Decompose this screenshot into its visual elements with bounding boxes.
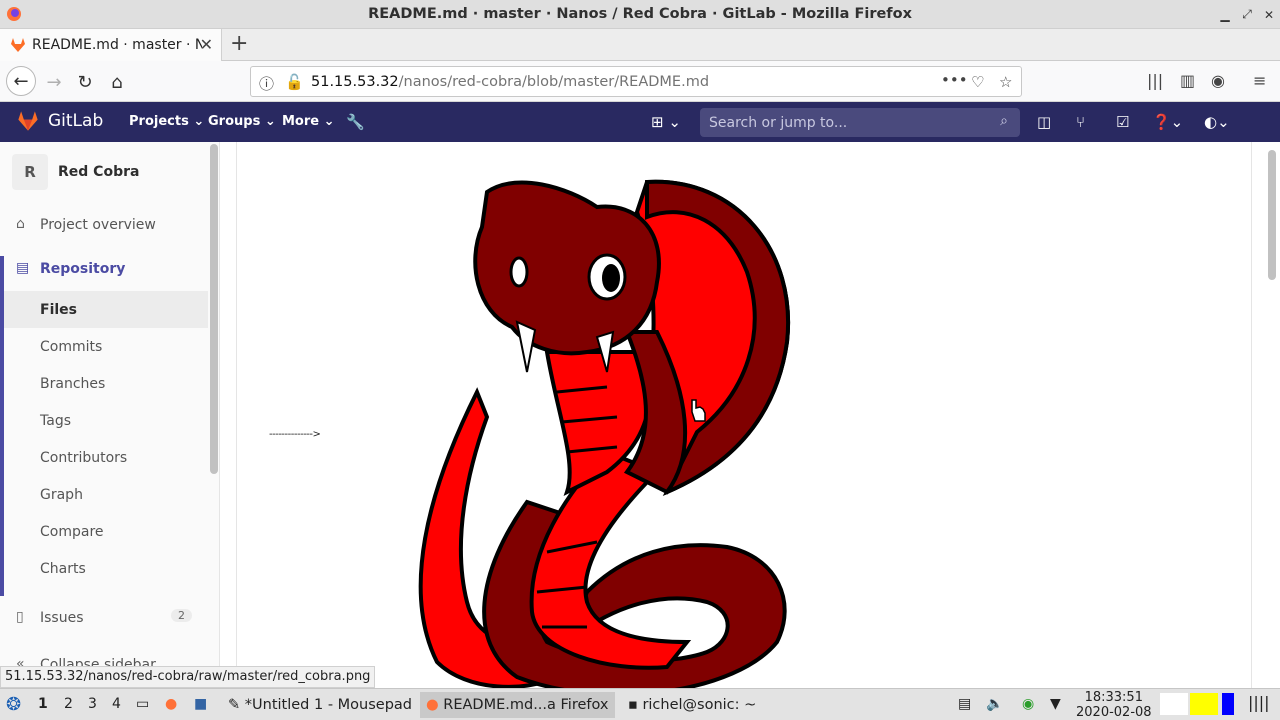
readme-content: --------------> bbox=[236, 142, 1252, 688]
url-bar[interactable]: ⓘ 🔓 51.15.53.32/nanos/red-cobra/blob/mas… bbox=[250, 66, 1022, 97]
project-name: Red Cobra bbox=[58, 164, 140, 180]
project-avatar: R bbox=[12, 154, 48, 190]
firefox-icon bbox=[7, 7, 21, 21]
sidebar-toggle-icon[interactable]: ▥ bbox=[1180, 71, 1195, 90]
page-actions-icon[interactable]: ••• bbox=[941, 71, 968, 89]
system-taskbar: ❂ 1 2 3 4 ▭ ● ■ ✎ *Untitled 1 - Mousepad… bbox=[0, 688, 1280, 720]
sidebar-item-repository[interactable]: ▤ Repository bbox=[0, 250, 208, 287]
gitlab-favicon-icon bbox=[11, 38, 25, 52]
red-cobra-image[interactable] bbox=[407, 172, 827, 688]
issues-icon: ▯ bbox=[16, 609, 24, 625]
mousepad-icon: ✎ bbox=[228, 697, 245, 713]
search-input[interactable]: Search or jump to... ⌕ bbox=[700, 108, 1020, 137]
gitlab-header: GitLab Projects ⌄ Groups ⌄ More ⌄ 🔧 ⊞ ⌄ … bbox=[0, 102, 1280, 142]
bookmark-star-icon[interactable]: ☆ bbox=[999, 73, 1012, 91]
sidebar-item-files[interactable]: Files bbox=[4, 291, 208, 328]
network-icon[interactable]: ▼ bbox=[1050, 696, 1061, 712]
file-manager-icon[interactable]: ▭ bbox=[136, 696, 149, 712]
new-tab-icon[interactable]: + bbox=[230, 31, 248, 56]
admin-wrench-icon[interactable]: 🔧 bbox=[346, 113, 365, 131]
library-icon[interactable]: ||| bbox=[1147, 71, 1163, 90]
sidebar-scrollbar[interactable] bbox=[210, 144, 218, 474]
sidebar-item-tags[interactable]: Tags bbox=[0, 402, 208, 439]
new-item-icon[interactable]: ⊞ ⌄ bbox=[651, 113, 681, 131]
firefox-launcher-icon[interactable]: ● bbox=[165, 696, 177, 712]
home-icon: ⌂ bbox=[16, 216, 25, 232]
todos-icon[interactable]: ☑ bbox=[1116, 113, 1129, 131]
window-title: README.md · master · Nanos / Red Cobra ·… bbox=[368, 6, 912, 22]
tab-close-icon[interactable]: ✕ bbox=[200, 35, 213, 54]
clock[interactable]: 18:33:51 2020-02-08 bbox=[1076, 690, 1152, 720]
gitlab-logo-icon bbox=[18, 111, 38, 131]
minimize-icon[interactable]: ▁ bbox=[1214, 8, 1236, 22]
sidebar-item-branches[interactable]: Branches bbox=[0, 365, 208, 402]
workspace-1[interactable]: 1 bbox=[38, 696, 48, 712]
taskbar-window-terminal[interactable]: ▪ richel@sonic: ~ bbox=[622, 692, 762, 718]
pocket-icon[interactable]: ♡ bbox=[971, 73, 984, 91]
swap-graph bbox=[1222, 693, 1234, 715]
clipboard-icon[interactable]: ▤ bbox=[958, 696, 971, 712]
browser-tab[interactable]: README.md · master · N ✕ bbox=[0, 29, 222, 61]
arrow-text: --------------> bbox=[269, 429, 321, 440]
workspace-4[interactable]: 4 bbox=[112, 696, 121, 712]
status-indicator-icon[interactable]: ◉ bbox=[1022, 696, 1034, 712]
sidebar-item-compare[interactable]: Compare bbox=[0, 513, 208, 550]
project-sidebar: R Red Cobra ⌂ Project overview ▤ Reposit… bbox=[0, 142, 220, 688]
terminal-icon: ▪ bbox=[628, 697, 643, 713]
taskbar-window-mousepad[interactable]: ✎ *Untitled 1 - Mousepad bbox=[222, 692, 418, 718]
firefox-small-icon: ● bbox=[426, 697, 444, 713]
sidebar-item-charts[interactable]: Charts bbox=[0, 550, 208, 587]
user-avatar[interactable]: ◐⌄ bbox=[1204, 113, 1230, 131]
nav-projects[interactable]: Projects ⌄ bbox=[129, 114, 204, 129]
reload-button[interactable]: ↻ bbox=[71, 68, 99, 96]
memory-graph bbox=[1190, 693, 1218, 715]
doc-icon: ▤ bbox=[16, 260, 30, 276]
taskbar-window-firefox[interactable]: ● README.md...a Firefox bbox=[420, 692, 615, 718]
workspace-3[interactable]: 3 bbox=[88, 696, 97, 712]
navigation-toolbar: ← → ↻ ⌂ ⓘ 🔓 51.15.53.32/nanos/red-cobra/… bbox=[0, 61, 1280, 102]
sidebar-item-commits[interactable]: Commits bbox=[0, 328, 208, 365]
menu-icon[interactable]: ≡ bbox=[1253, 71, 1266, 90]
workspace-2[interactable]: 2 bbox=[64, 696, 73, 712]
sidebar-item-project-overview[interactable]: ⌂ Project overview bbox=[0, 206, 208, 243]
back-button[interactable]: ← bbox=[6, 66, 36, 96]
desktop-icon[interactable]: ■ bbox=[194, 696, 207, 712]
home-button[interactable]: ⌂ bbox=[103, 68, 131, 96]
project-header[interactable]: R Red Cobra bbox=[12, 154, 139, 190]
maximize-icon[interactable]: ⤢ bbox=[1236, 7, 1258, 22]
insecure-lock-icon[interactable]: 🔓 bbox=[285, 73, 304, 91]
close-icon[interactable]: ✕ bbox=[1258, 8, 1280, 22]
url-path: /nanos/red-cobra/blob/master/README.md bbox=[398, 73, 710, 90]
url-host: 51.15.53.32 bbox=[311, 73, 399, 90]
tab-bar: README.md · master · N ✕ + bbox=[0, 29, 1280, 61]
status-url: 51.15.53.32/nanos/red-cobra/raw/master/r… bbox=[0, 666, 376, 688]
forward-button[interactable]: → bbox=[40, 68, 68, 96]
issues-count-badge: 2 bbox=[171, 609, 192, 622]
page-scrollbar[interactable] bbox=[1268, 150, 1276, 280]
help-icon[interactable]: ❓⌄ bbox=[1152, 113, 1183, 131]
info-icon[interactable]: ⓘ bbox=[259, 73, 274, 94]
window-titlebar: README.md · master · Nanos / Red Cobra ·… bbox=[0, 0, 1280, 29]
web-ide-icon[interactable]: ◫ bbox=[1037, 113, 1051, 131]
start-menu-icon[interactable]: ❂ bbox=[6, 694, 21, 715]
gitlab-home-link[interactable]: GitLab bbox=[16, 110, 103, 132]
search-icon: ⌕ bbox=[1000, 113, 1008, 129]
sidebar-item-issues[interactable]: ▯ Issues 2 bbox=[0, 599, 208, 636]
merge-requests-icon[interactable]: ⑂ bbox=[1076, 113, 1085, 131]
sidebar-item-graph[interactable]: Graph bbox=[0, 476, 208, 513]
volume-icon[interactable]: 🔈 bbox=[986, 696, 1003, 712]
sidebar-item-contributors[interactable]: Contributors bbox=[0, 439, 208, 476]
account-icon[interactable]: ◉ bbox=[1211, 71, 1225, 90]
nav-more[interactable]: More ⌄ bbox=[282, 114, 335, 129]
load-graph: |||| bbox=[1248, 693, 1270, 712]
tab-label: README.md · master · N bbox=[32, 37, 202, 53]
cpu-graph bbox=[1160, 693, 1188, 715]
gitlab-brand: GitLab bbox=[48, 111, 104, 131]
nav-groups[interactable]: Groups ⌄ bbox=[208, 114, 276, 129]
